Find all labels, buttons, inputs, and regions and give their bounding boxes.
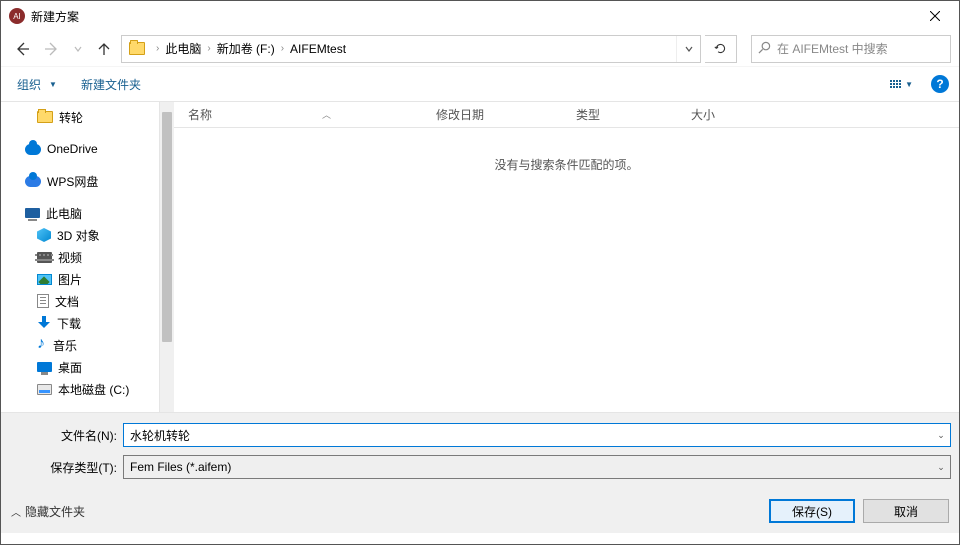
pc-icon bbox=[25, 208, 40, 218]
chevron-right-icon[interactable]: › bbox=[277, 43, 288, 54]
address-bar[interactable]: › 此电脑 › 新加卷 (F:) › AIFEMtest bbox=[121, 35, 701, 63]
view-grid-icon bbox=[890, 80, 901, 88]
tree-item-folder[interactable]: 转轮 bbox=[1, 106, 159, 128]
cancel-button[interactable]: 取消 bbox=[863, 499, 949, 523]
breadcrumb-pc[interactable]: 此电脑 bbox=[163, 40, 203, 57]
organize-dropdown-icon[interactable]: ▼ bbox=[49, 80, 57, 89]
tree-item-music[interactable]: 音乐 bbox=[1, 334, 159, 356]
hdd-icon bbox=[37, 384, 52, 395]
search-input[interactable]: 在 AIFEMtest 中搜索 bbox=[751, 35, 951, 63]
tree-item-downloads[interactable]: 下载 bbox=[1, 312, 159, 334]
scrollbar-thumb[interactable] bbox=[162, 112, 172, 342]
download-icon bbox=[37, 316, 51, 330]
tree-item-video[interactable]: 视频 bbox=[1, 246, 159, 268]
column-date[interactable]: 修改日期 bbox=[436, 106, 576, 123]
refresh-button[interactable] bbox=[705, 35, 737, 63]
tree-item-docs[interactable]: 文档 bbox=[1, 290, 159, 312]
image-icon bbox=[37, 274, 52, 285]
tree-scrollbar[interactable] bbox=[159, 102, 174, 412]
cube-icon bbox=[37, 228, 51, 242]
chevron-right-icon[interactable]: › bbox=[152, 43, 163, 54]
up-button[interactable] bbox=[91, 36, 117, 62]
nav-tree[interactable]: 转轮 OneDrive WPS网盘 此电脑 3D 对象 视频 图片 文档 下载 … bbox=[1, 102, 159, 412]
tree-item-thispc[interactable]: 此电脑 bbox=[1, 202, 159, 224]
filetype-dropdown-icon[interactable]: ⌄ bbox=[932, 456, 950, 478]
address-dropdown[interactable] bbox=[676, 36, 700, 62]
filename-value: 水轮机转轮 bbox=[130, 427, 190, 444]
column-type[interactable]: 类型 bbox=[576, 106, 691, 123]
recent-dropdown[interactable] bbox=[69, 36, 87, 62]
new-folder-button[interactable]: 新建文件夹 bbox=[75, 72, 147, 97]
tree-item-3d[interactable]: 3D 对象 bbox=[1, 224, 159, 246]
breadcrumb-folder[interactable]: AIFEMtest bbox=[288, 42, 348, 56]
filename-input[interactable]: 水轮机转轮 ⌄ bbox=[123, 423, 951, 447]
column-name[interactable]: 名称︿ bbox=[188, 106, 436, 123]
tree-item-desktop[interactable]: 桌面 bbox=[1, 356, 159, 378]
list-header: 名称︿ 修改日期 类型 大小 bbox=[174, 102, 959, 128]
tree-item-onedrive[interactable]: OneDrive bbox=[1, 138, 159, 160]
filename-dropdown-icon[interactable]: ⌄ bbox=[932, 424, 950, 446]
music-icon bbox=[37, 338, 47, 352]
filetype-value: Fem Files (*.aifem) bbox=[130, 460, 231, 474]
tree-item-diskc[interactable]: 本地磁盘 (C:) bbox=[1, 378, 159, 400]
tree-item-pics[interactable]: 图片 bbox=[1, 268, 159, 290]
cloud-icon bbox=[25, 176, 41, 187]
tree-item-wps[interactable]: WPS网盘 bbox=[1, 170, 159, 192]
folder-icon bbox=[129, 42, 145, 55]
cloud-icon bbox=[25, 144, 41, 155]
sort-indicator-icon: ︿ bbox=[322, 108, 331, 121]
chevron-up-icon: ︿ bbox=[11, 504, 21, 519]
view-options-button[interactable]: ▼ bbox=[886, 78, 917, 91]
hide-folders-toggle[interactable]: ︿ 隐藏文件夹 bbox=[11, 503, 85, 520]
help-button[interactable]: ? bbox=[931, 75, 949, 93]
app-icon: AI bbox=[9, 8, 25, 24]
folder-icon bbox=[37, 111, 53, 123]
column-size[interactable]: 大小 bbox=[691, 106, 771, 123]
window-title: 新建方案 bbox=[31, 8, 913, 25]
chevron-right-icon[interactable]: › bbox=[203, 43, 214, 54]
filetype-label: 保存类型(T): bbox=[9, 459, 123, 476]
desktop-icon bbox=[37, 362, 52, 372]
save-button[interactable]: 保存(S) bbox=[769, 499, 855, 523]
breadcrumb-volume[interactable]: 新加卷 (F:) bbox=[215, 40, 277, 57]
filename-label: 文件名(N): bbox=[9, 427, 123, 444]
empty-message: 没有与搜索条件匹配的项。 bbox=[174, 128, 959, 173]
back-button[interactable] bbox=[9, 36, 35, 62]
close-button[interactable] bbox=[913, 2, 957, 30]
organize-button[interactable]: 组织 bbox=[11, 72, 47, 97]
search-icon bbox=[758, 41, 771, 57]
video-icon bbox=[37, 252, 52, 263]
doc-icon bbox=[37, 294, 49, 308]
search-placeholder: 在 AIFEMtest 中搜索 bbox=[777, 40, 888, 57]
forward-button[interactable] bbox=[39, 36, 65, 62]
filetype-select[interactable]: Fem Files (*.aifem) ⌄ bbox=[123, 455, 951, 479]
